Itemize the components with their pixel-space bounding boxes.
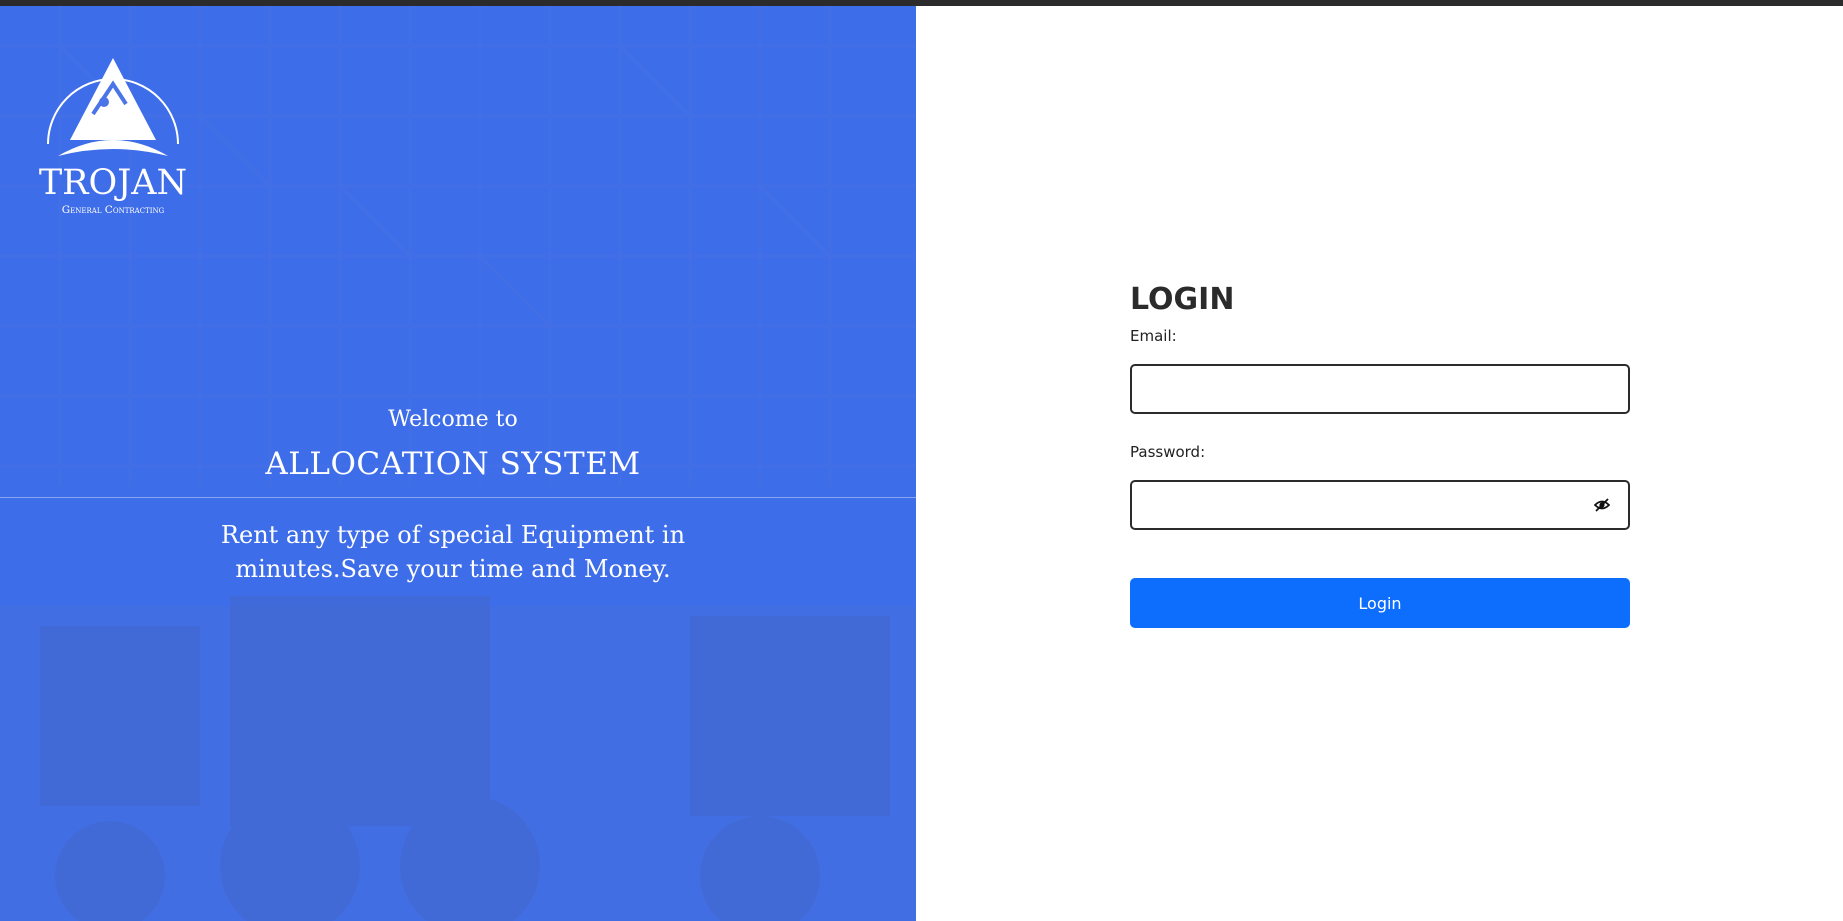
login-button[interactable]: Login: [1130, 578, 1630, 628]
welcome-block: Welcome to ALLOCATION SYSTEM: [0, 406, 906, 484]
email-label: Email:: [1130, 327, 1177, 345]
password-input[interactable]: [1142, 482, 1576, 528]
system-name: ALLOCATION SYSTEM: [265, 446, 641, 482]
trojan-logo: TROJAN General Contracting: [39, 58, 187, 216]
email-field-container: [1130, 364, 1630, 414]
hero-panel: TROJAN General Contracting Welcome to AL…: [0, 6, 916, 921]
trojan-triangle-logo-icon: [47, 58, 179, 156]
login-form: LOGIN Email: Password: Login: [1130, 280, 1630, 628]
password-field-container: [1130, 480, 1630, 530]
password-label: Password:: [1130, 443, 1206, 461]
hero-divider: [0, 497, 916, 498]
logo-subtitle: General Contracting: [62, 204, 165, 216]
eye-slash-icon[interactable]: [1594, 497, 1610, 513]
logo-name: TROJAN: [39, 163, 187, 203]
email-input[interactable]: [1142, 366, 1576, 412]
hero-tagline: Rent any type of special Equipment in mi…: [220, 521, 686, 583]
login-title: LOGIN: [1130, 282, 1235, 317]
welcome-text: Welcome to: [388, 407, 518, 432]
